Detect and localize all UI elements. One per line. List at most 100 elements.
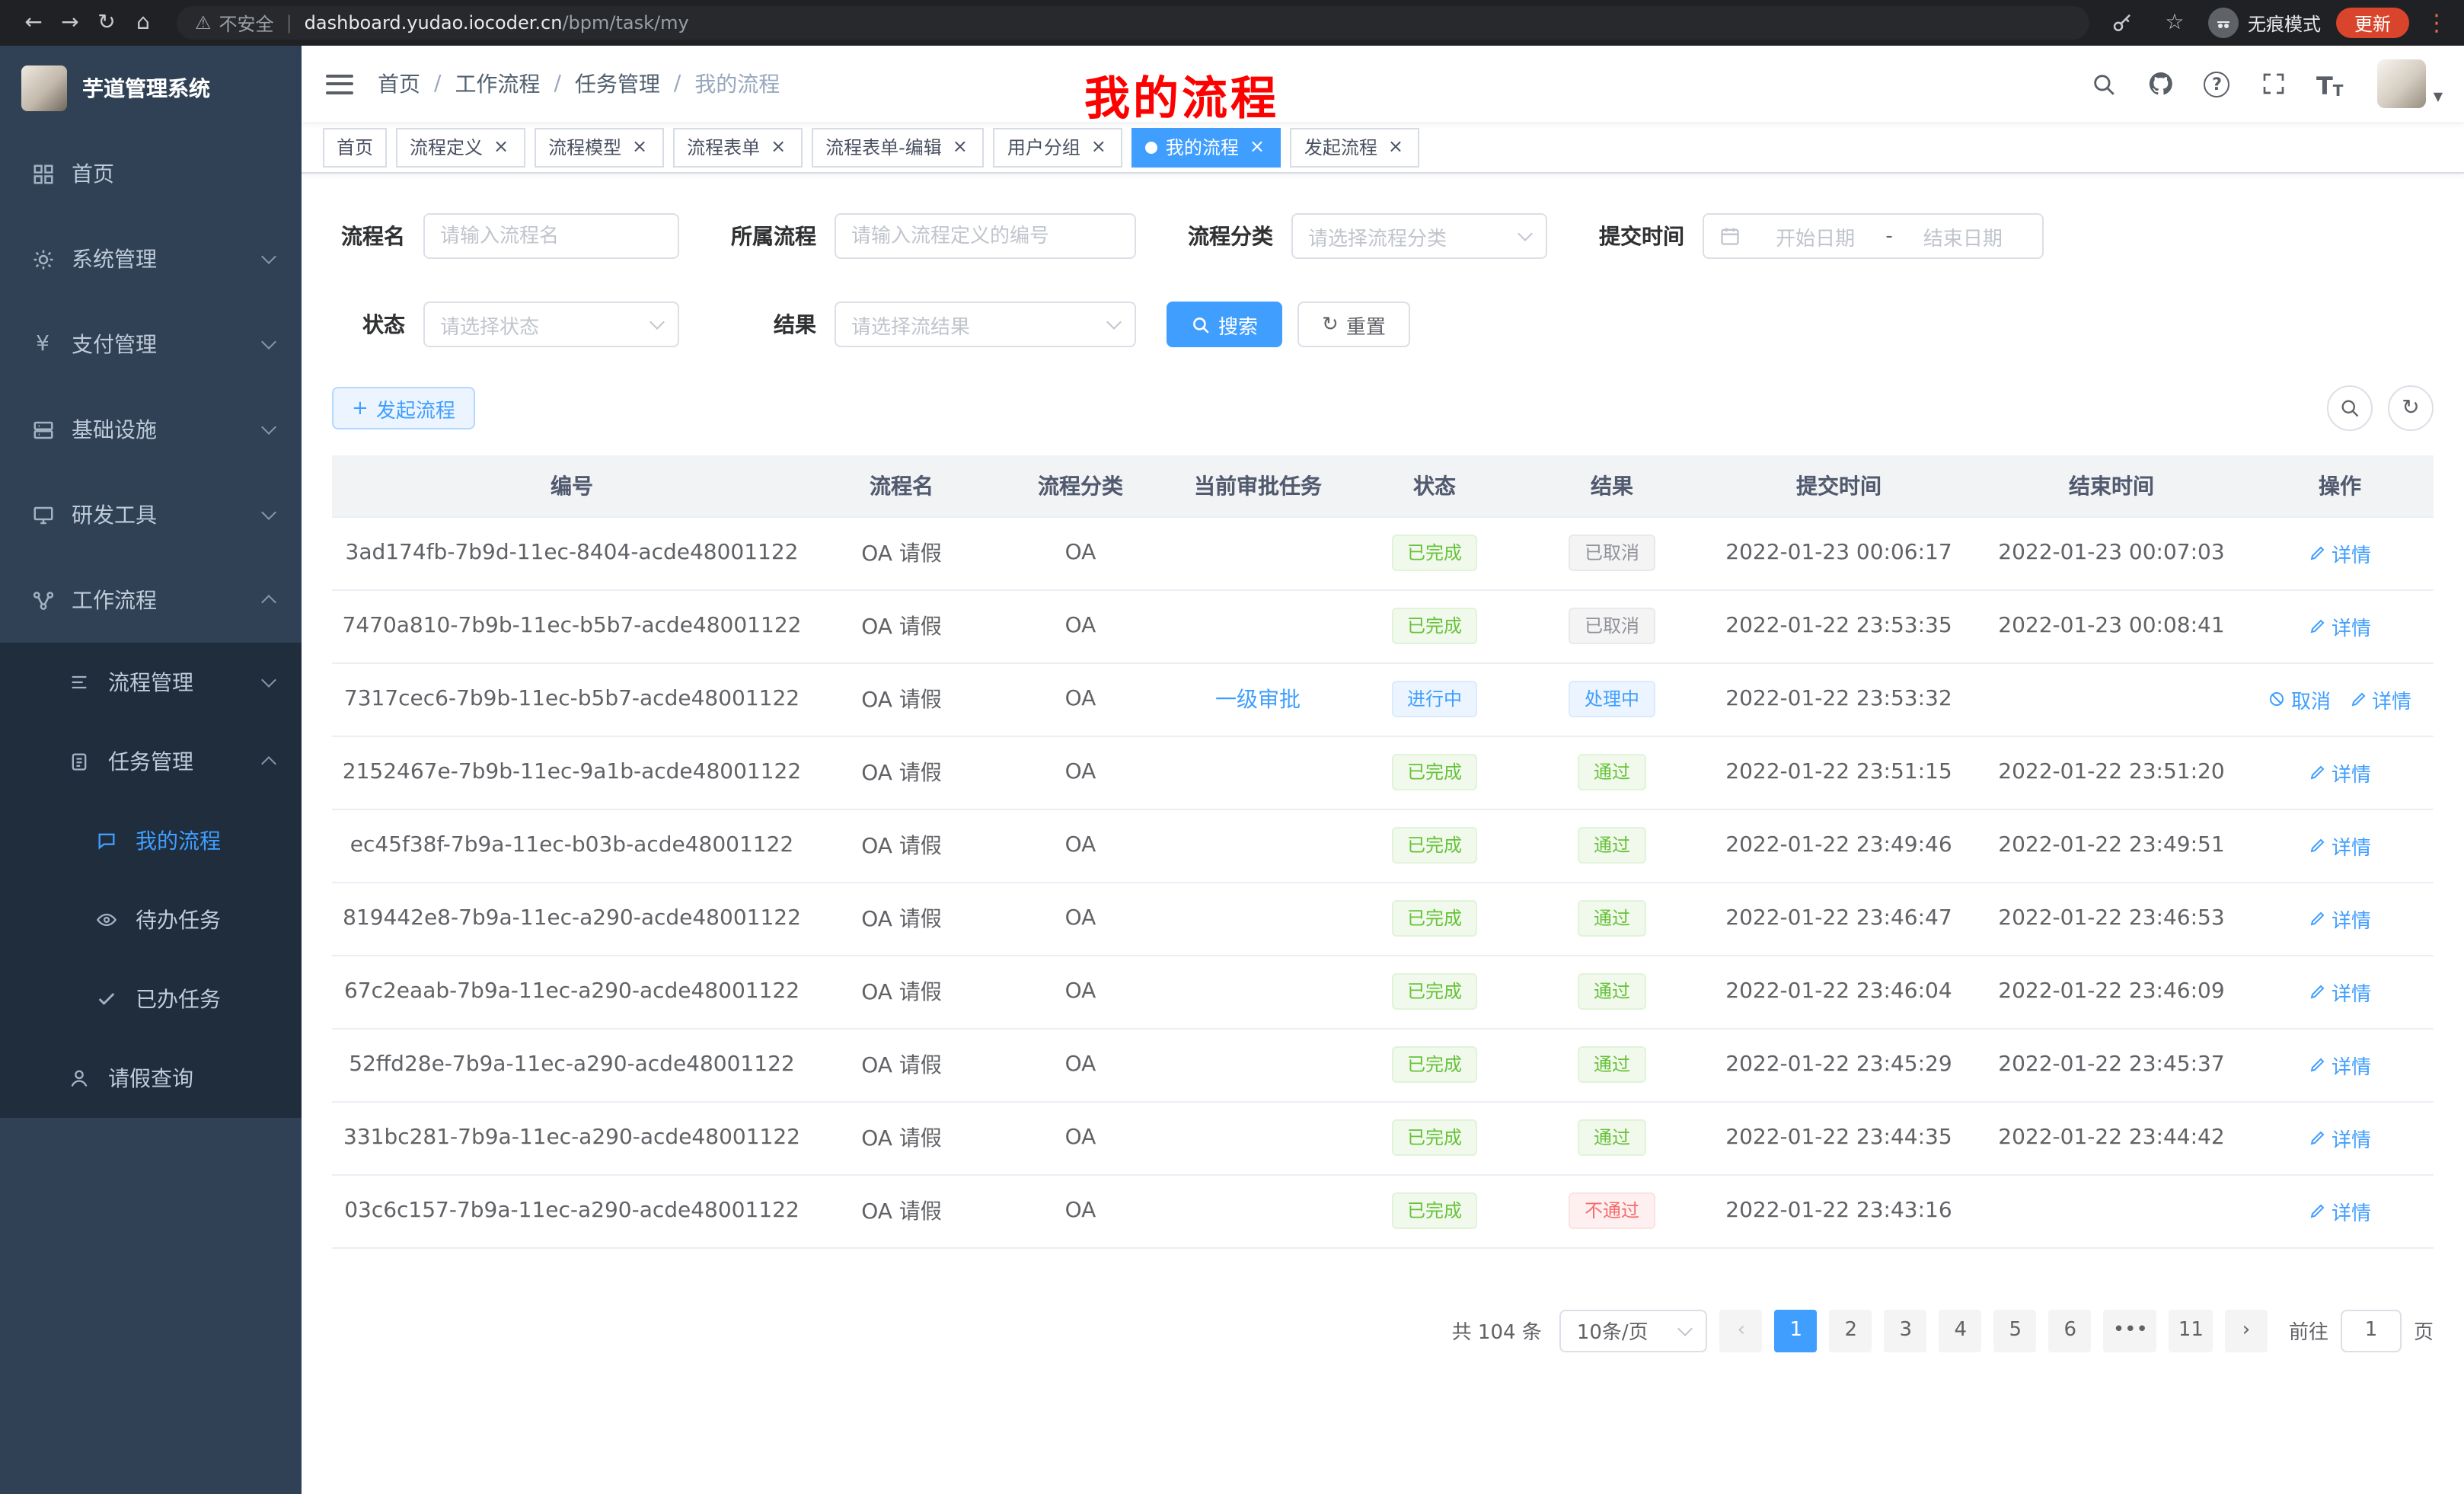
help-icon[interactable]: ? [2202,67,2233,101]
page-button-1[interactable]: 1 [1775,1309,1818,1352]
close-icon[interactable]: × [1246,136,1268,158]
page-size-select[interactable]: 10条/页 [1560,1309,1708,1352]
search-button[interactable]: 搜索 [1167,302,1282,347]
cell-end-time [1977,1174,2246,1247]
font-size-icon[interactable]: TT [2315,67,2345,101]
update-button[interactable]: 更新 [2336,8,2409,38]
fullscreen-icon[interactable] [2258,67,2289,101]
detail-link[interactable]: 详情 [2309,904,2371,933]
detail-link[interactable]: 详情 [2309,1196,2371,1225]
goto-label: 前往 [2289,1316,2328,1345]
page-button-2[interactable]: 2 [1830,1309,1872,1352]
reset-button[interactable]: ↻ 重置 [1297,302,1410,347]
breadcrumb-workflow[interactable]: 工作流程 [455,69,540,99]
sidebar-item-done-tasks[interactable]: 已办任务 [0,959,302,1039]
star-icon[interactable]: ☆ [2156,5,2193,41]
chevron-down-icon [261,334,276,350]
more-pages-button[interactable]: ••• [2104,1309,2157,1352]
sidebar-item-label: 工作流程 [72,585,157,615]
sidebar-item-infrastructure[interactable]: 基础设施 [0,387,302,472]
tab-my-process[interactable]: 我的流程× [1132,127,1281,167]
result-badge: 通过 [1578,973,1645,1010]
sidebar-item-todo-tasks[interactable]: 待办任务 [0,880,302,959]
detail-link[interactable]: 详情 [2309,1123,2371,1152]
breadcrumb-task-management[interactable]: 任务管理 [575,69,660,99]
sidebar-item-home[interactable]: 首页 [0,131,302,216]
home-icon[interactable]: ⌂ [125,5,161,41]
cell-category: OA [991,662,1170,736]
sidebar-item-system[interactable]: 系统管理 [0,216,302,302]
tab-user-group[interactable]: 用户分组× [994,127,1123,167]
submit-time-range-picker[interactable]: 开始日期 - 结束日期 [1703,213,2044,259]
github-icon[interactable] [2146,67,2176,101]
page-button-5[interactable]: 5 [1994,1309,2037,1352]
tab-home[interactable]: 首页 [323,127,387,167]
process-name-input[interactable] [423,213,679,259]
breadcrumb-home[interactable]: 首页 [378,69,420,99]
detail-link[interactable]: 详情 [2349,685,2411,713]
cell-name: OA 请假 [812,516,991,589]
close-icon[interactable]: × [768,136,789,158]
page-button-6[interactable]: 6 [2049,1309,2092,1352]
close-icon[interactable]: × [1385,136,1406,158]
search-icon[interactable] [2089,67,2120,101]
refresh-table-button[interactable]: ↻ [2388,385,2434,431]
cell-category: OA [991,589,1170,662]
sidebar-item-leave-query[interactable]: 请假查询 [0,1039,302,1118]
close-icon[interactable]: × [950,136,971,158]
sidebar-item-label: 流程管理 [108,667,193,698]
process-category-select[interactable]: 请选择流程分类 [1291,213,1547,259]
detail-link[interactable]: 详情 [2309,611,2371,640]
page-button-3[interactable]: 3 [1885,1309,1927,1352]
detail-link[interactable]: 详情 [2309,758,2371,787]
result-select[interactable]: 请选择流结果 [835,302,1136,347]
page-button-4[interactable]: 4 [1939,1309,1982,1352]
detail-link[interactable]: 详情 [2309,1050,2371,1079]
cell-category: OA [991,516,1170,589]
toggle-search-button[interactable] [2327,385,2373,431]
sidebar-item-task-management[interactable]: 任务管理 [0,722,302,801]
forward-icon[interactable]: → [52,5,88,41]
owner-process-input[interactable] [835,213,1136,259]
tab-process-form-edit[interactable]: 流程表单-编辑× [812,127,985,167]
detail-link[interactable]: 详情 [2309,538,2371,567]
cancel-link[interactable]: 取消 [2268,685,2331,713]
detail-link[interactable]: 详情 [2309,831,2371,860]
back-icon[interactable]: ← [15,5,52,41]
status-select[interactable]: 请选择状态 [423,302,679,347]
cell-current-task [1170,809,1346,882]
close-icon[interactable]: × [490,136,512,158]
goto-page-input[interactable] [2341,1309,2402,1352]
sidebar-item-devtools[interactable]: 研发工具 [0,472,302,557]
tab-process-model[interactable]: 流程模型× [535,127,664,167]
close-icon[interactable]: × [629,136,650,158]
close-icon[interactable]: × [1088,136,1109,158]
sidebar-item-payment[interactable]: ¥ 支付管理 [0,302,302,387]
cell-current-task [1170,736,1346,809]
current-task-link[interactable]: 一级审批 [1215,688,1301,713]
cell-submit-time: 2022-01-22 23:51:15 [1701,736,1977,809]
hamburger-icon[interactable] [326,74,353,94]
prev-page-button[interactable]: ‹ [1720,1309,1763,1352]
status-badge: 已完成 [1392,608,1477,644]
detail-link[interactable]: 详情 [2309,977,2371,1006]
reload-icon[interactable]: ↻ [88,5,125,41]
app-logo-row[interactable]: 芋道管理系统 [0,46,302,131]
table-toolbar: + 发起流程 ↻ [332,385,2434,431]
create-process-button[interactable]: + 发起流程 [332,387,475,429]
cell-submit-time: 2022-01-22 23:45:29 [1701,1028,1977,1101]
sidebar-item-my-process[interactable]: 我的流程 [0,801,302,880]
result-badge: 通过 [1578,1046,1645,1083]
sidebar-item-process-management[interactable]: 流程管理 [0,643,302,722]
user-avatar[interactable]: ▼ [2377,59,2443,108]
page-button-11[interactable]: 11 [2169,1309,2213,1352]
tab-process-form[interactable]: 流程表单× [673,127,803,167]
tab-start-process[interactable]: 发起流程× [1291,127,1420,167]
key-icon[interactable] [2105,5,2141,41]
menu-kebab-icon[interactable]: ⋮ [2424,5,2449,41]
app-title: 芋道管理系统 [82,73,210,104]
tab-process-definition[interactable]: 流程定义× [396,127,525,167]
sidebar-item-workflow[interactable]: 工作流程 [0,557,302,643]
address-bar[interactable]: ⚠ 不安全 | dashboard.yudao.iocoder.cn/bpm/t… [177,6,2089,40]
next-page-button[interactable]: › [2225,1309,2268,1352]
